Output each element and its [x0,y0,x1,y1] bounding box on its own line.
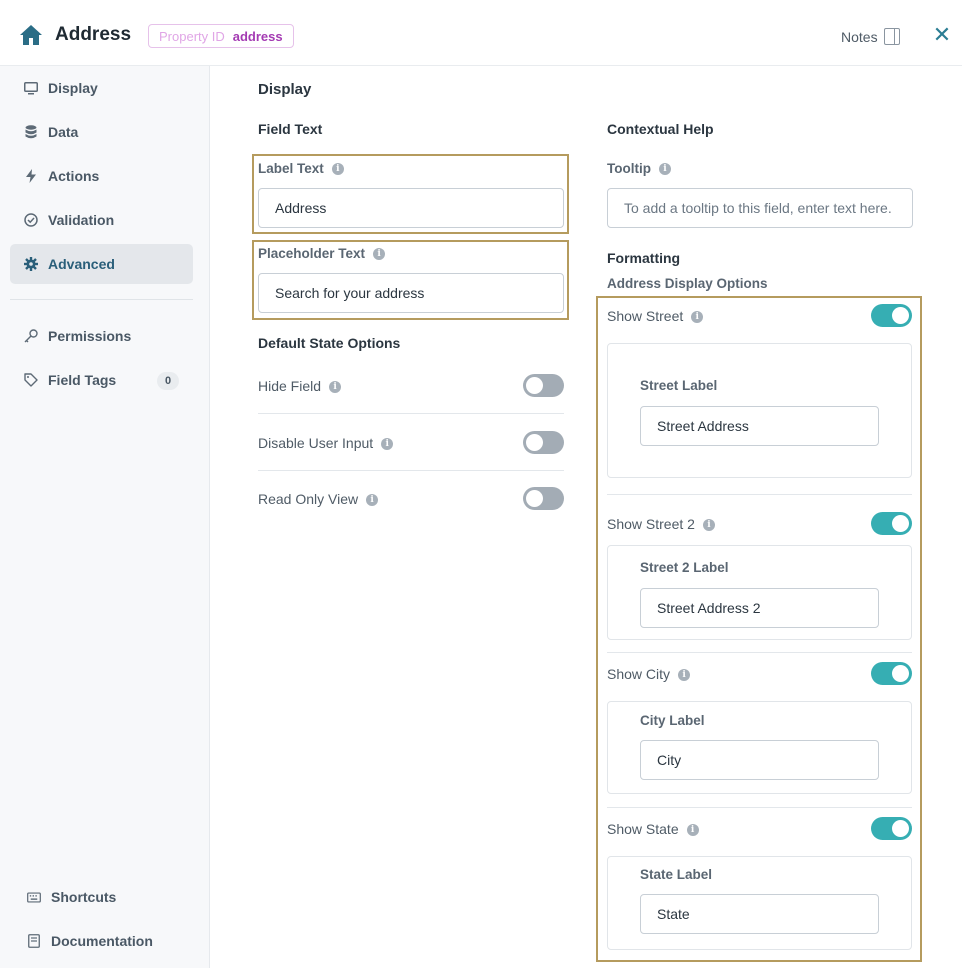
page-title: Address [55,24,132,45]
contextual-help-heading: Contextual Help [607,121,714,137]
city-label-label: City Label [640,713,705,728]
sidebar: Display Data Actions Validation Advanced… [0,66,210,968]
sidebar-item-label: Data [48,124,79,140]
sidebar-item-label: Documentation [51,933,153,949]
section-title: Display [258,81,312,98]
sidebar-item-shortcuts[interactable]: Shortcuts [10,877,193,917]
read-only-view-label-text: Read Only View [258,491,359,507]
street-2-label-input[interactable]: Street Address 2 [640,588,879,628]
field-text-heading: Field Text [258,121,323,137]
read-only-view-label: Read Only View i [258,491,379,507]
close-icon[interactable]: ✕ [932,24,952,46]
divider [607,652,912,653]
header-bar: Address Property ID address Notes ✕ [0,0,962,66]
info-icon[interactable]: i [373,248,386,261]
street-label-label: Street Label [640,378,718,393]
property-id-badge: Property ID address [148,24,294,48]
sidebar-item-label: Field Tags [48,372,117,388]
notes-panel-icon[interactable] [884,28,900,45]
info-icon[interactable]: i [331,163,344,176]
show-city-toggle[interactable] [871,662,912,685]
sidebar-item-data[interactable]: Data [10,112,193,152]
label-text-label: Label Text i [258,161,344,176]
lightning-icon [24,169,38,183]
show-state-label-text: Show State [607,821,679,837]
default-state-heading: Default State Options [258,335,401,351]
city-label-input[interactable]: City [640,740,879,780]
disable-user-input-label-text: Disable User Input [258,435,374,451]
address-display-heading: Address Display Options [607,276,768,291]
sidebar-item-label: Advanced [48,256,115,272]
show-street-label: Show Street i [607,308,704,324]
notes-button[interactable]: Notes [841,29,878,45]
divider [607,494,912,495]
show-street-2-label: Show Street 2 i [607,516,715,532]
info-icon[interactable]: i [678,669,691,682]
sidebar-item-advanced[interactable]: Advanced [10,244,193,284]
show-state-toggle[interactable] [871,817,912,840]
sidebar-item-label: Validation [48,212,115,228]
home-icon [20,25,42,45]
info-icon[interactable]: i [658,163,671,176]
show-state-label: Show State i [607,821,699,837]
sidebar-item-documentation[interactable]: Documentation [10,921,193,961]
hide-field-label-text: Hide Field [258,378,322,394]
field-tags-count-badge: 0 [157,372,179,390]
info-icon[interactable]: i [702,519,715,532]
property-id-key: Property ID [159,28,225,44]
sidebar-item-validation[interactable]: Validation [10,200,193,240]
placeholder-text-input[interactable]: Search for your address [258,273,564,313]
read-only-view-toggle[interactable] [523,487,564,510]
tag-icon [24,373,38,387]
show-street-label-text: Show Street [607,308,684,324]
property-id-value: address [232,28,283,44]
divider [258,470,564,471]
divider [258,413,564,414]
sidebar-item-label: Permissions [48,328,132,344]
placeholder-text-label-text: Placeholder Text [258,246,366,261]
sidebar-item-field-tags[interactable]: Field Tags 0 [10,360,193,400]
sidebar-item-label: Shortcuts [51,889,117,905]
placeholder-text-label: Placeholder Text i [258,246,386,261]
formatting-heading: Formatting [607,250,681,266]
monitor-icon [24,81,38,95]
key-icon [24,329,38,343]
info-icon[interactable]: i [366,494,379,507]
state-label-label: State Label [640,867,713,882]
street-2-label-label: Street 2 Label [640,560,729,575]
hide-field-toggle[interactable] [523,374,564,397]
show-city-label-text: Show City [607,666,671,682]
sidebar-item-label: Actions [48,168,100,184]
sidebar-item-actions[interactable]: Actions [10,156,193,196]
keyboard-icon [27,890,41,904]
tooltip-label: Tooltip i [607,161,671,176]
sidebar-divider [10,299,193,300]
show-street-toggle[interactable] [871,304,912,327]
sidebar-item-permissions[interactable]: Permissions [10,316,193,356]
show-street-2-toggle[interactable] [871,512,912,535]
info-icon[interactable]: i [686,824,699,837]
tooltip-label-text: Tooltip [607,161,651,176]
label-text-label-text: Label Text [258,161,324,176]
tooltip-input[interactable]: To add a tooltip to this field, enter te… [607,188,913,228]
street-label-input[interactable]: Street Address [640,406,879,446]
gear-icon [24,257,38,271]
label-text-input[interactable]: Address [258,188,564,228]
disable-user-input-label: Disable User Input i [258,435,394,451]
check-circle-icon [24,213,38,227]
hide-field-label: Hide Field i [258,378,342,394]
info-icon[interactable]: i [329,381,342,394]
info-icon[interactable]: i [691,311,704,324]
database-icon [24,125,38,139]
show-street-2-label-text: Show Street 2 [607,516,695,532]
info-icon[interactable]: i [381,438,394,451]
book-icon [27,934,41,948]
sidebar-item-display[interactable]: Display [10,68,193,108]
state-label-input[interactable]: State [640,894,879,934]
divider [607,807,912,808]
disable-user-input-toggle[interactable] [523,431,564,454]
sidebar-item-label: Display [48,80,98,96]
show-city-label: Show City i [607,666,691,682]
